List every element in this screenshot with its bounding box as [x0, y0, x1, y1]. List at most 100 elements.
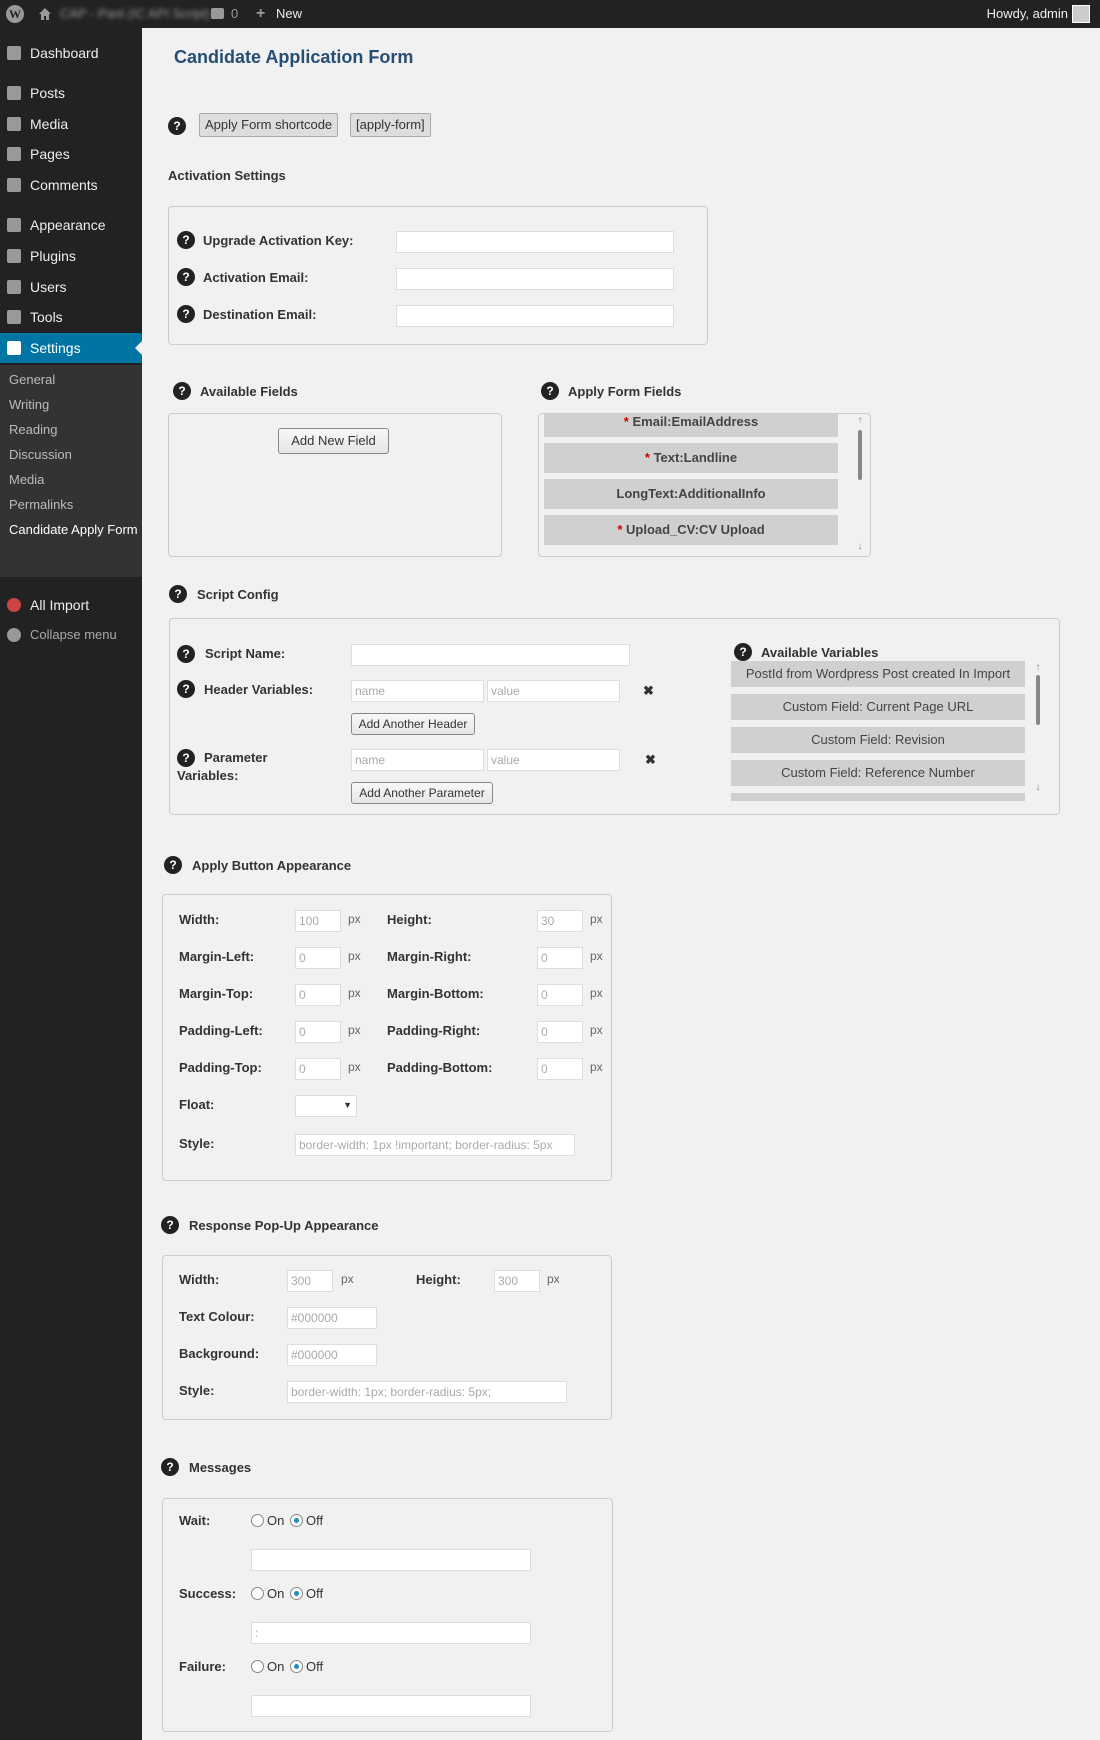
variable-item[interactable]: Custom Field: Revision [731, 727, 1025, 753]
site-name-link[interactable]: CAP - Panl (IC API Script) [60, 0, 210, 28]
header-value-input[interactable]: value [487, 680, 620, 702]
float-select[interactable]: ▼ [295, 1095, 357, 1117]
help-icon[interactable]: ? [177, 268, 195, 286]
popup-height-input[interactable]: 300 [494, 1270, 540, 1292]
scroll-down-icon[interactable]: ↓ [855, 542, 865, 552]
sidebar-item-posts[interactable]: Posts [0, 78, 142, 108]
variables-scrollbar[interactable]: ↑ ↓ [1033, 663, 1043, 795]
submenu-permalinks[interactable]: Permalinks [9, 495, 73, 515]
comment-bubble-icon[interactable] [211, 8, 224, 19]
submenu-media[interactable]: Media [9, 470, 44, 490]
sidebar-item-dashboard[interactable]: Dashboard [0, 38, 142, 68]
sidebar-item-appearance[interactable]: Appearance [0, 210, 142, 240]
wait-message-input[interactable] [251, 1549, 531, 1571]
script-name-input[interactable] [351, 644, 630, 666]
background-input[interactable]: #000000 [287, 1344, 377, 1366]
popup-style-input[interactable]: border-width: 1px; border-radius: 5px; [287, 1381, 567, 1403]
shortcode-value[interactable]: [apply-form] [350, 113, 431, 137]
padding-bottom-input[interactable]: 0 [537, 1058, 583, 1080]
margin-right-input[interactable]: 0 [537, 947, 583, 969]
help-icon[interactable]: ? [177, 305, 195, 323]
failure-off-radio[interactable] [290, 1660, 303, 1673]
form-field-item[interactable]: * Text:Landline [544, 443, 838, 473]
sidebar-item-settings[interactable]: Settings [0, 333, 142, 363]
sidebar-item-all-import[interactable]: All Import [0, 590, 142, 620]
variable-item[interactable]: Custom Field: Current Page URL [731, 694, 1025, 720]
add-new-field-button[interactable]: Add New Field [278, 428, 389, 454]
remove-parameter-icon[interactable]: ✖ [645, 752, 656, 768]
help-icon[interactable]: ? [177, 645, 195, 663]
padding-top-input[interactable]: 0 [295, 1058, 341, 1080]
failure-on-radio[interactable] [251, 1660, 264, 1673]
sidebar-item-users[interactable]: Users [0, 272, 142, 302]
sidebar-item-media[interactable]: Media [0, 109, 142, 139]
margin-top-input[interactable]: 0 [295, 984, 341, 1006]
help-icon[interactable]: ? [173, 382, 191, 400]
help-icon[interactable]: ? [161, 1216, 179, 1234]
wait-off-radio[interactable] [290, 1514, 303, 1527]
wait-on-radio[interactable] [251, 1514, 264, 1527]
help-icon[interactable]: ? [734, 643, 752, 661]
collapse-menu[interactable]: Collapse menu [0, 620, 142, 650]
submenu-discussion[interactable]: Discussion [9, 445, 72, 465]
new-content-link[interactable]: New [276, 0, 302, 28]
style-input[interactable]: border-width: 1px !important; border-rad… [295, 1134, 575, 1156]
margin-bottom-input[interactable]: 0 [537, 984, 583, 1006]
help-icon[interactable]: ? [164, 856, 182, 874]
avatar[interactable] [1072, 5, 1090, 23]
scroll-down-icon[interactable]: ↓ [1033, 783, 1043, 793]
comment-count[interactable]: 0 [231, 0, 238, 28]
padding-right-input[interactable]: 0 [537, 1021, 583, 1043]
failure-message-input[interactable] [251, 1695, 531, 1717]
help-icon[interactable]: ? [168, 117, 186, 135]
help-icon[interactable]: ? [541, 382, 559, 400]
height-input[interactable]: 30 [537, 910, 583, 932]
parameter-value-input[interactable]: value [487, 749, 620, 771]
scroll-thumb[interactable] [858, 430, 862, 480]
scroll-thumb[interactable] [1036, 675, 1040, 725]
popup-width-input[interactable]: 300 [287, 1270, 333, 1292]
wordpress-logo-icon[interactable]: W [6, 5, 24, 23]
success-on-radio[interactable] [251, 1587, 264, 1600]
form-field-item[interactable]: * Upload_CV:CV Upload [544, 515, 838, 545]
submenu-general[interactable]: General [9, 370, 55, 390]
submenu-candidate-apply-form[interactable]: Candidate Apply Form [9, 520, 138, 540]
help-icon[interactable]: ? [161, 1458, 179, 1476]
padding-left-input[interactable]: 0 [295, 1021, 341, 1043]
howdy-user[interactable]: Howdy, admin [987, 0, 1068, 28]
add-another-parameter-button[interactable]: Add Another Parameter [351, 782, 493, 804]
header-name-input[interactable]: name [351, 680, 484, 702]
destination-email-input[interactable] [396, 305, 674, 327]
variable-item[interactable] [731, 793, 1025, 801]
success-off-radio[interactable] [290, 1587, 303, 1600]
add-another-header-button[interactable]: Add Another Header [351, 713, 475, 735]
form-field-item[interactable]: * Email:EmailAddress [544, 414, 838, 437]
on-label: On [267, 1513, 285, 1528]
text-colour-input[interactable]: #000000 [287, 1307, 377, 1329]
sidebar-item-comments[interactable]: Comments [0, 170, 142, 200]
sidebar-item-tools[interactable]: Tools [0, 302, 142, 332]
submenu-writing[interactable]: Writing [9, 395, 49, 415]
sidebar-item-plugins[interactable]: Plugins [0, 241, 142, 271]
help-icon[interactable]: ? [169, 585, 187, 603]
margin-left-input[interactable]: 0 [295, 947, 341, 969]
parameter-name-input[interactable]: name [351, 749, 484, 771]
scroll-up-icon[interactable]: ↑ [1033, 663, 1043, 673]
fields-scrollbar[interactable]: ↑ ↓ [855, 416, 865, 554]
help-icon[interactable]: ? [177, 680, 195, 698]
submenu-reading[interactable]: Reading [9, 420, 57, 440]
help-icon[interactable]: ? [177, 749, 195, 767]
home-icon[interactable] [38, 7, 52, 21]
width-input[interactable]: 100 [295, 910, 341, 932]
help-icon[interactable]: ? [177, 231, 195, 249]
sidebar-item-pages[interactable]: Pages [0, 139, 142, 169]
variable-item[interactable]: PostId from Wordpress Post created In Im… [731, 661, 1025, 687]
form-field-item[interactable]: LongText:AdditionalInfo [544, 479, 838, 509]
activation-email-input[interactable] [396, 268, 674, 290]
upgrade-key-input[interactable] [396, 231, 674, 253]
remove-header-icon[interactable]: ✖ [643, 683, 654, 699]
plus-icon[interactable]: + [256, 0, 265, 28]
scroll-up-icon[interactable]: ↑ [855, 416, 865, 426]
variable-item[interactable]: Custom Field: Reference Number [731, 760, 1025, 786]
success-message-input[interactable]: : [251, 1622, 531, 1644]
